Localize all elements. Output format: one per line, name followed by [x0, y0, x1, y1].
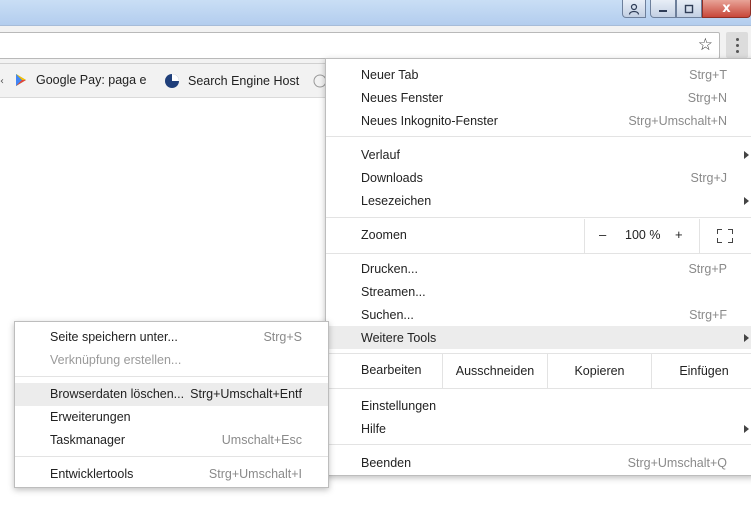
close-icon: x [722, 1, 731, 16]
cut-button[interactable]: Ausschneiden [442, 353, 547, 388]
menu-item-bookmarks[interactable]: Lesezeichen [326, 189, 751, 212]
zoom-in-button[interactable]: + [675, 227, 683, 242]
chevron-right-icon [744, 150, 749, 159]
submenu-item-developer-tools[interactable]: Entwicklertools Strg+Umschalt+I [15, 463, 328, 486]
zoom-control: – 100 % + [584, 219, 700, 253]
copy-button[interactable]: Kopieren [547, 353, 651, 388]
menu-item-downloads[interactable]: Downloads Strg+J [326, 166, 751, 189]
bookmark-item[interactable]: Google Pay: paga e [14, 73, 150, 87]
menu-item-print[interactable]: Drucken... Strg+P [326, 257, 751, 280]
submenu-item-save-page[interactable]: Seite speichern unter... Strg+S [15, 326, 328, 349]
submenu-item-clear-browsing-data[interactable]: Browserdaten löschen... Strg+Umschalt+En… [15, 383, 328, 406]
zoom-out-button[interactable]: – [599, 227, 606, 242]
submenu-item-extensions[interactable]: Erweiterungen [15, 406, 328, 429]
minimize-button[interactable] [650, 0, 676, 18]
menu-item-incognito[interactable]: Neues Inkognito-Fenster Strg+Umschalt+N [326, 109, 751, 132]
address-bar[interactable]: ☆ [0, 32, 720, 59]
restore-icon [684, 4, 694, 13]
menu-item-new-window[interactable]: Neues Fenster Strg+N [326, 86, 751, 109]
chevron-right-icon [744, 196, 749, 205]
menu-divider [15, 376, 328, 377]
more-tools-submenu: Seite speichern unter... Strg+S Verknüpf… [14, 321, 329, 488]
menu-divider [326, 136, 751, 137]
profile-button[interactable] [622, 0, 646, 18]
chevron-right-icon [744, 424, 749, 433]
menu-zoom-row: Zoomen – 100 % + [326, 219, 751, 253]
menu-dot-icon [735, 49, 739, 53]
bookmark-star-icon[interactable]: ☆ [698, 35, 713, 55]
chrome-menu-button[interactable] [726, 32, 748, 58]
menu-divider [326, 253, 751, 254]
google-play-icon [16, 74, 26, 86]
menu-item-history[interactable]: Verlauf [326, 143, 751, 166]
fullscreen-icon[interactable] [717, 229, 733, 243]
bookmark-label: Search Engine Host [188, 74, 300, 88]
search-engine-host-icon [165, 74, 179, 88]
menu-item-exit[interactable]: Beenden Strg+Umschalt+Q [326, 451, 751, 474]
menu-dot-icon [735, 43, 739, 47]
zoom-label: Zoomen [361, 228, 407, 242]
window-title-bar: x [0, 0, 751, 26]
menu-dot-icon [735, 37, 739, 41]
bookmark-item[interactable]: Search Engine Host [164, 73, 304, 89]
bookmark-label: Google Pay: paga e [36, 73, 147, 87]
chevron-right-icon [744, 333, 749, 342]
minimize-icon [659, 9, 667, 12]
menu-divider [326, 217, 751, 218]
close-button[interactable]: x [702, 0, 751, 18]
submenu-item-task-manager[interactable]: Taskmanager Umschalt+Esc [15, 429, 328, 452]
chevron-left-icon: ‹ [0, 76, 4, 87]
menu-item-more-tools[interactable]: Weitere Tools [326, 326, 751, 349]
menu-item-settings[interactable]: Einstellungen [326, 394, 751, 417]
submenu-item-create-shortcut[interactable]: Verknüpfung erstellen... [15, 349, 328, 372]
menu-item-cast[interactable]: Streamen... [326, 280, 751, 303]
menu-divider [326, 388, 751, 389]
edit-label: Bearbeiten [361, 363, 422, 377]
menu-item-new-tab[interactable]: Neuer Tab Strg+T [326, 63, 751, 86]
maximize-button[interactable] [676, 0, 702, 18]
zoom-level: 100 % [625, 228, 661, 242]
user-icon [628, 3, 640, 15]
paste-button[interactable]: Einfügen [651, 353, 751, 388]
menu-edit-row: Bearbeiten Ausschneiden Kopieren Einfüge… [326, 353, 751, 388]
menu-divider [326, 444, 751, 445]
menu-divider [15, 456, 328, 457]
chrome-main-menu: Neuer Tab Strg+T Neues Fenster Strg+N Ne… [325, 58, 751, 476]
menu-item-find[interactable]: Suchen... Strg+F [326, 303, 751, 326]
menu-item-help[interactable]: Hilfe [326, 417, 751, 440]
